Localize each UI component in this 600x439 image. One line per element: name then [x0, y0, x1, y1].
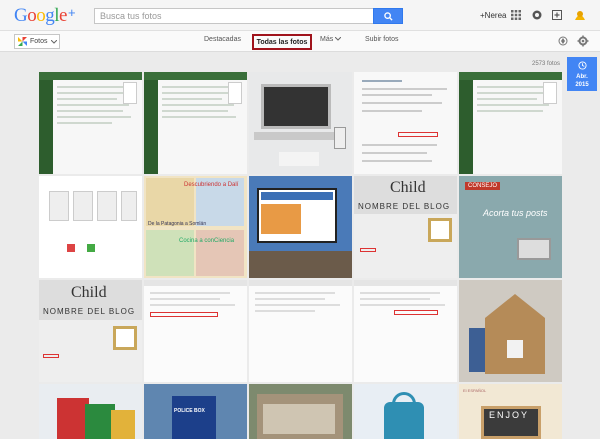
- tab-todas-label: Todas las fotos: [256, 38, 308, 46]
- avatar[interactable]: [573, 10, 587, 22]
- date-month: Abr.: [576, 74, 588, 80]
- search-icon: [383, 11, 393, 21]
- book-title: De la Patagonia a Somlán: [148, 221, 207, 227]
- tab-destacadas[interactable]: Destacadas: [204, 36, 241, 43]
- photos-pinwheel-icon: [18, 37, 27, 46]
- photo-row: [39, 72, 562, 174]
- photo-row: POLICE BOX ENJOY El ESPAÑOL: [39, 384, 562, 439]
- photo-tile[interactable]: ENJOY El ESPAÑOL: [459, 384, 562, 439]
- photo-tile[interactable]: POLICE BOX: [144, 384, 247, 439]
- photo-tile[interactable]: [354, 72, 457, 174]
- search-input[interactable]: Busca tus fotos: [94, 8, 374, 24]
- tab-subir-fotos[interactable]: Subir fotos: [365, 36, 398, 43]
- tab-mas-label: Más: [320, 36, 334, 43]
- photo-tile[interactable]: [249, 176, 352, 278]
- consejo-title: Acorta tus posts: [483, 208, 548, 218]
- chevron-down-icon: [334, 36, 342, 41]
- user-name-link[interactable]: +Nerea: [480, 11, 506, 20]
- chevron-down-icon: [50, 39, 57, 44]
- photo-tile[interactable]: Child NOMBRE DEL BLOG: [354, 176, 457, 278]
- photo-tile[interactable]: Descubriendo a Dalí De la Patagonia a So…: [144, 176, 247, 278]
- photo-tile[interactable]: [459, 72, 562, 174]
- photo-tile[interactable]: [144, 72, 247, 174]
- blog-name-text: NOMBRE DEL BLOG: [43, 307, 136, 316]
- auto-awesome-icon[interactable]: [557, 35, 569, 47]
- logo-plus: +: [67, 5, 76, 20]
- photo-tile[interactable]: [354, 280, 457, 382]
- photo-tile[interactable]: [249, 384, 352, 439]
- photo-tile[interactable]: [39, 176, 142, 278]
- consejo-label: CONSEJO: [465, 182, 501, 190]
- fotos-dropdown[interactable]: Fotos: [14, 34, 60, 49]
- search-button[interactable]: [373, 8, 403, 24]
- photo-tile[interactable]: Child NOMBRE DEL BLOG: [39, 280, 142, 382]
- photo-tile[interactable]: [459, 280, 562, 382]
- photo-tile[interactable]: CONSEJO Acorta tus posts: [459, 176, 562, 278]
- photo-tile[interactable]: [249, 72, 352, 174]
- notifications-icon[interactable]: [532, 10, 542, 20]
- apps-grid-icon[interactable]: [511, 10, 521, 20]
- fotos-label: Fotos: [30, 38, 48, 45]
- photo-tile[interactable]: [249, 280, 352, 382]
- blog-name-text: NOMBRE DEL BLOG: [358, 202, 451, 211]
- tab-mas[interactable]: Más: [320, 36, 342, 43]
- photo-tile[interactable]: [39, 384, 142, 439]
- photo-tile[interactable]: [144, 280, 247, 382]
- blog-child-text: Child: [71, 284, 107, 301]
- tab-todas-las-fotos[interactable]: Todas las fotos: [252, 34, 312, 50]
- book-title: Cocina a conCiencia: [179, 238, 235, 244]
- photo-tile[interactable]: [354, 384, 457, 439]
- settings-gear-icon[interactable]: [577, 35, 589, 47]
- book-title: Descubriendo a Dalí: [184, 182, 239, 188]
- top-bar: Google+ Busca tus fotos +Nerea: [0, 0, 600, 31]
- google-plus-logo[interactable]: Google+: [14, 5, 76, 27]
- photo-tile[interactable]: [39, 72, 142, 174]
- clock-icon: [577, 61, 587, 70]
- photo-row: Descubriendo a Dalí De la Patagonia a So…: [39, 176, 562, 278]
- blog-child-text: Child: [390, 179, 426, 196]
- share-plus-icon[interactable]: [552, 10, 562, 20]
- date-scrubber-badge[interactable]: Abr. 2015: [567, 57, 597, 91]
- photo-count: 2573 fotos: [532, 61, 561, 67]
- tardis-sign: POLICE BOX: [174, 408, 205, 414]
- enjoy-text: ENJOY: [489, 410, 530, 420]
- enjoy-caption: El ESPAÑOL: [463, 388, 487, 393]
- photo-row: Child NOMBRE DEL BLOG: [39, 280, 562, 382]
- nav-bar: Fotos Destacadas Todas las fotos Más Sub…: [0, 31, 600, 52]
- date-year: 2015: [575, 82, 589, 88]
